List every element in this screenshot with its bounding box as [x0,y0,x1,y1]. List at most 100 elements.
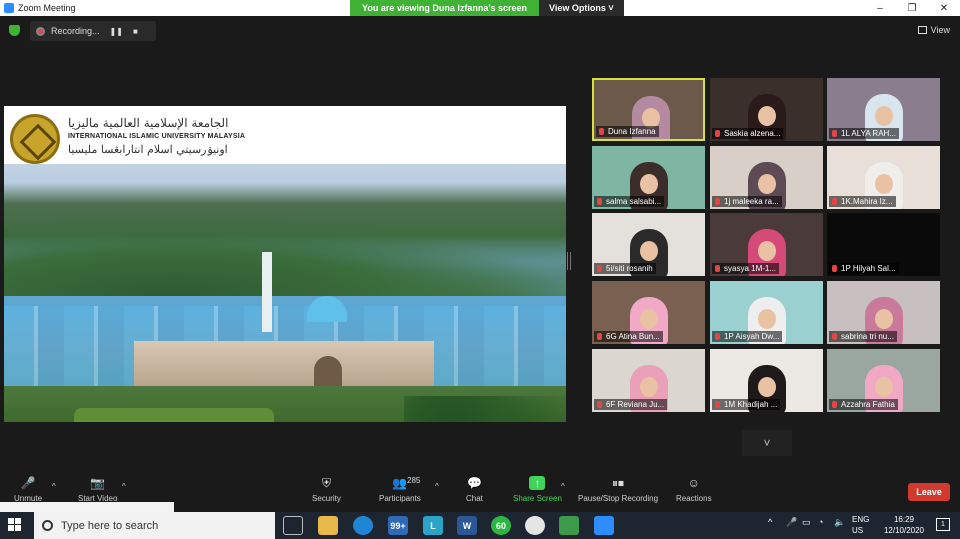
clock-time: 16:29 [893,515,914,524]
unmute-button[interactable]: 🎤 Unmute [14,476,42,503]
university-name-arabic: الجامعة الإسلامية العالمية ماليزيا [68,116,229,130]
participant-tile[interactable]: syasya 1M-1... [710,213,823,276]
trees [404,396,566,422]
participant-tile[interactable]: Saskia alzena... [710,78,823,141]
chat-label: Chat [466,494,483,503]
zoom-taskbar-icon[interactable] [594,516,614,535]
reactions-label: Reactions [676,494,712,503]
start-video-button[interactable]: 📷 Start Video [78,476,117,503]
security-label: Security [312,494,341,503]
recording-label: Recording... [51,26,100,36]
whatsapp-icon[interactable]: 60 [491,516,511,535]
participant-tile[interactable]: Azzahra Fathia [827,349,940,412]
share-screen-button[interactable]: ↑ Share Screen [513,476,562,503]
pause-stop-recording-label: Pause/Stop Recording [578,494,659,503]
participant-name: Azzahra Fathia [829,399,898,410]
participant-tile[interactable]: sabrina tri nu... [827,281,940,344]
chat-icon: 💬 [466,476,482,490]
close-button[interactable]: ✕ [928,0,960,16]
lawn [74,408,274,422]
recording-dot-icon [36,26,45,36]
microphone-tray-icon[interactable]: 🎤 [786,517,797,528]
university-name-english: INTERNATIONAL ISLAMIC UNIVERSITY MALAYSI… [68,133,246,140]
pause-recording-icon[interactable]: ❚❚ [110,27,123,36]
minaret [262,252,272,332]
minimize-button[interactable]: – [864,0,896,16]
participants-button[interactable]: 👥 285 Participants [379,476,421,503]
search-icon [42,520,53,531]
mail-icon[interactable]: 99+ [388,516,408,535]
participant-name: 1K.Mahira Iz... [829,196,896,207]
participant-name: 5i/siti rosanih [594,263,656,274]
share-options-caret[interactable]: ^ [561,482,565,491]
split-divider-handle[interactable] [567,252,571,270]
notification-count: 1 [941,521,945,528]
viewing-screen-label: You are viewing Duna Izfanna's screen [350,0,540,16]
security-button[interactable]: ⛨ Security [312,476,341,504]
participant-name: 1j maleeka ra... [712,196,782,207]
view-options-button[interactable]: View Options ˅ [539,0,624,16]
volume-tray-icon[interactable]: 🔈 [834,517,845,528]
window-controls: – ❐ ✕ [864,0,960,16]
participant-name: 1M Khadijah ... [712,399,781,410]
mail-badge: 99+ [390,520,406,531]
participant-tile[interactable]: 1P Hilyah Sal... [827,213,940,276]
participant-tile[interactable]: 6F Reviana Ju... [592,349,705,412]
battery-tray-icon[interactable]: ▭ [802,517,811,528]
maximize-button[interactable]: ❐ [896,0,928,16]
task-view-icon[interactable] [283,516,303,535]
share-screen-label: Share Screen [513,494,562,503]
participant-name: salma salsabi... [594,196,665,207]
windows-start-icon[interactable] [8,518,22,532]
video-options-caret[interactable]: ^ [122,482,126,491]
screen-share-banner: You are viewing Duna Izfanna's screen Vi… [350,0,624,16]
lang-primary: ENG [852,515,870,524]
participant-tile[interactable]: 6G Atina Bun... [592,281,705,344]
muted-mic-icon: 🎤 [20,476,36,490]
video-off-icon: 📷 [90,476,106,490]
image-viewer-icon[interactable] [559,516,579,535]
hills [4,216,566,296]
participant-name: syasya 1M-1... [712,263,780,274]
reactions-button[interactable]: ☺ Reactions [676,476,712,503]
window-title: Zoom Meeting [18,3,76,13]
leave-button[interactable]: Leave [908,483,950,501]
view-layout-button[interactable]: View [917,25,950,35]
mosque-dome [307,296,347,322]
encryption-shield-icon[interactable] [9,25,20,36]
tray-expand-icon[interactable]: ^ [768,517,772,527]
gallery-scroll-down-button[interactable]: ˅ [742,430,792,456]
file-explorer-icon[interactable] [318,516,338,535]
system-clock[interactable]: 16:29 12/10/2020 [884,514,924,536]
participant-tile[interactable]: 1P Aisyah Dw... [710,281,823,344]
participant-tile[interactable]: 1j maleeka ra... [710,146,823,209]
notification-center-icon[interactable]: 1 [936,518,950,531]
input-language[interactable]: ENG US [852,514,869,536]
chrome-icon[interactable] [525,516,545,535]
participant-name: Saskia alzena... [712,128,784,139]
campus-photo [4,156,566,422]
word-icon[interactable]: W [457,516,477,535]
participant-tile[interactable]: 1M Khadijah ... [710,349,823,412]
lang-secondary: US [852,526,864,535]
participant-tile[interactable]: Duna Izfanna [592,78,705,141]
taskbar-search-box[interactable]: Type here to search [34,512,275,539]
participant-tile[interactable]: salma salsabi... [592,146,705,209]
participant-tile[interactable]: 1K.Mahira Iz... [827,146,940,209]
audio-options-caret[interactable]: ^ [52,482,56,491]
participant-tile[interactable]: 1L ALYA RAH... [827,78,940,141]
participant-name: 1P Hilyah Sal... [829,263,899,274]
main-entrance [314,356,342,386]
edge-browser-icon[interactable] [353,516,373,535]
launcher-l-icon[interactable]: L [423,516,443,535]
university-name-jawi: اونيۏرسيتي اسلام انتارابڠسا مليسيا [68,143,228,156]
participants-options-caret[interactable]: ^ [435,482,439,491]
chat-button[interactable]: 💬 Chat [466,476,483,503]
pause-stop-recording-button[interactable]: ⏸⏹ Pause/Stop Recording [578,476,659,504]
participant-tile[interactable]: 5i/siti rosanih [592,213,705,276]
network-tray-icon[interactable]: ◔ [818,517,823,527]
clock-date: 12/10/2020 [883,526,924,535]
stop-recording-icon[interactable]: ■ [133,27,138,36]
shared-screen: الجامعة الإسلامية العالمية ماليزيا INTER… [4,106,566,422]
search-placeholder: Type here to search [61,519,159,532]
